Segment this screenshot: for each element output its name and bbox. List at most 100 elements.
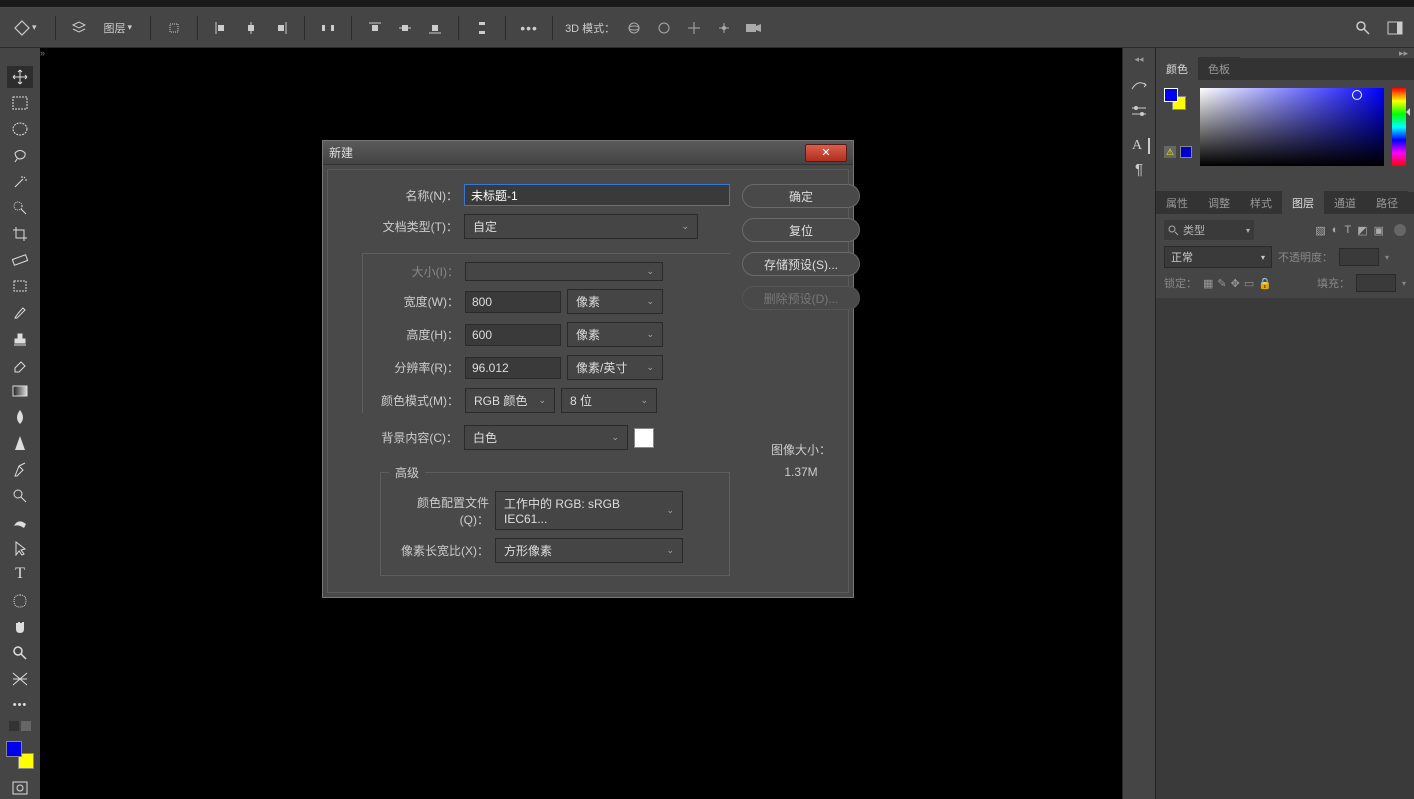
tab-paths[interactable]: 路径 bbox=[1366, 191, 1408, 214]
filter-shape-icon[interactable]: ◩ bbox=[1357, 224, 1367, 237]
filter-pixel-icon[interactable]: ▧ bbox=[1315, 224, 1325, 237]
fill-input[interactable] bbox=[1356, 274, 1396, 292]
quickmask-icon[interactable] bbox=[7, 777, 33, 799]
opacity-input[interactable] bbox=[1339, 248, 1379, 266]
3d-camera-icon[interactable] bbox=[743, 17, 765, 39]
tab-channels[interactable]: 通道 bbox=[1324, 191, 1366, 214]
width-unit-select[interactable]: 像素⌄ bbox=[567, 289, 663, 314]
name-input[interactable] bbox=[464, 184, 730, 206]
gamut-warning-icon[interactable]: ⚠ bbox=[1164, 146, 1176, 158]
layers-icon[interactable] bbox=[68, 17, 90, 39]
filter-type-icon[interactable]: T bbox=[1344, 224, 1351, 237]
dialog-close-button[interactable]: ✕ bbox=[805, 144, 847, 162]
tab-properties[interactable]: 属性 bbox=[1156, 191, 1198, 214]
save-preset-button[interactable]: 存储预设(S)... bbox=[742, 252, 860, 276]
eraser-tool[interactable] bbox=[7, 354, 33, 376]
ellipse-marquee-tool[interactable] bbox=[7, 118, 33, 140]
tab-swatches[interactable]: 色板 bbox=[1198, 57, 1240, 80]
tab-layers[interactable]: 图层 bbox=[1282, 191, 1324, 214]
pen-tool[interactable] bbox=[7, 459, 33, 481]
history-brush-panel-icon[interactable] bbox=[1128, 74, 1150, 96]
align-left-icon[interactable] bbox=[210, 17, 232, 39]
hue-slider[interactable] bbox=[1392, 88, 1406, 166]
lasso-tool[interactable] bbox=[7, 145, 33, 167]
height-unit-select[interactable]: 像素⌄ bbox=[567, 322, 663, 347]
ruler-tool[interactable] bbox=[7, 249, 33, 271]
align-right-icon[interactable] bbox=[270, 17, 292, 39]
doctype-select[interactable]: 自定⌄ bbox=[464, 214, 698, 239]
resolution-unit-select[interactable]: 像素/英寸⌄ bbox=[567, 355, 663, 380]
tab-styles[interactable]: 样式 bbox=[1240, 191, 1282, 214]
sharpen-tool[interactable] bbox=[7, 433, 33, 455]
menu-bar[interactable] bbox=[0, 0, 1414, 8]
gradient-tool[interactable] bbox=[7, 380, 33, 402]
more-tools-icon[interactable]: ••• bbox=[7, 695, 33, 717]
stamp-tool[interactable] bbox=[7, 328, 33, 350]
filter-smart-icon[interactable]: ▣ bbox=[1374, 224, 1384, 237]
path-select-tool[interactable] bbox=[7, 537, 33, 559]
gamut-swatch[interactable] bbox=[1180, 146, 1192, 158]
background-color-swatch[interactable] bbox=[634, 428, 654, 448]
color-picker-field[interactable] bbox=[1200, 88, 1384, 166]
layer-filter-type[interactable]: 类型 ▾ bbox=[1164, 220, 1254, 240]
filter-adjust-icon[interactable]: ◐ bbox=[1332, 224, 1339, 237]
filter-toggle[interactable] bbox=[1394, 224, 1406, 236]
target-layer-dropdown[interactable]: 图层 ▾ bbox=[98, 18, 139, 38]
pixel-aspect-select[interactable]: 方形像素⌄ bbox=[495, 538, 683, 563]
ok-button[interactable]: 确定 bbox=[742, 184, 860, 208]
align-vcenter-icon[interactable] bbox=[394, 17, 416, 39]
lock-brush-icon[interactable]: ✎ bbox=[1217, 277, 1226, 290]
tab-color[interactable]: 颜色 bbox=[1156, 57, 1198, 80]
frame-tool[interactable] bbox=[7, 276, 33, 298]
search-icon-topbar[interactable] bbox=[1352, 17, 1374, 39]
magic-wand-tool[interactable] bbox=[7, 171, 33, 193]
color-foreground-background[interactable] bbox=[1164, 88, 1186, 110]
color-profile-select[interactable]: 工作中的 RGB: sRGB IEC61...⌄ bbox=[495, 491, 683, 530]
quick-select-tool[interactable] bbox=[7, 197, 33, 219]
width-input[interactable] bbox=[465, 291, 561, 313]
resolution-input[interactable] bbox=[465, 357, 561, 379]
distribute-v-icon[interactable] bbox=[471, 17, 493, 39]
shape-tool[interactable] bbox=[7, 590, 33, 612]
background-select[interactable]: 白色⌄ bbox=[464, 425, 628, 450]
brush-tool[interactable] bbox=[7, 302, 33, 324]
3d-slide-icon[interactable] bbox=[713, 17, 735, 39]
dodge-tool[interactable] bbox=[7, 485, 33, 507]
colordepth-select[interactable]: 8 位⌄ bbox=[561, 388, 657, 413]
character-panel-icon[interactable]: A bbox=[1128, 138, 1150, 154]
colormode-select[interactable]: RGB 颜色⌄ bbox=[465, 388, 555, 413]
lock-artboard-icon[interactable]: ▭ bbox=[1244, 277, 1254, 290]
tool-preset-dropdown[interactable]: ▾ bbox=[8, 18, 43, 38]
swap-colors-icon[interactable] bbox=[9, 721, 31, 731]
tab-adjustments[interactable]: 调整 bbox=[1198, 191, 1240, 214]
blend-mode-select[interactable]: 正常▾ bbox=[1164, 246, 1272, 268]
3d-roll-icon[interactable] bbox=[653, 17, 675, 39]
paragraph-panel-icon[interactable]: ¶ bbox=[1128, 158, 1150, 180]
layer-list-area[interactable] bbox=[1156, 298, 1414, 799]
align-selection-icon[interactable] bbox=[163, 17, 185, 39]
height-input[interactable] bbox=[465, 324, 561, 346]
3d-pan-icon[interactable] bbox=[683, 17, 705, 39]
zoom-tool[interactable] bbox=[7, 642, 33, 664]
align-bottom-icon[interactable] bbox=[424, 17, 446, 39]
more-options-icon[interactable]: ••• bbox=[518, 17, 540, 39]
edit-toolbar-icon[interactable] bbox=[7, 668, 33, 690]
type-tool[interactable]: T bbox=[7, 564, 33, 586]
3d-orbit-icon[interactable] bbox=[623, 17, 645, 39]
workspace-dock-icon[interactable] bbox=[1384, 17, 1406, 39]
dialog-titlebar[interactable]: 新建 ✕ bbox=[323, 141, 853, 165]
distribute-h-icon[interactable] bbox=[317, 17, 339, 39]
lock-position-icon[interactable]: ✥ bbox=[1231, 277, 1240, 290]
lock-pixels-icon[interactable]: ▦ bbox=[1203, 277, 1213, 290]
lock-all-icon[interactable]: 🔒 bbox=[1258, 277, 1272, 290]
align-hcenter-icon[interactable] bbox=[240, 17, 262, 39]
blur-tool[interactable] bbox=[7, 406, 33, 428]
align-top-icon[interactable] bbox=[364, 17, 386, 39]
color-swatches[interactable] bbox=[6, 741, 34, 769]
collapse-arrow-icon[interactable]: ◂◂ bbox=[1134, 54, 1143, 64]
hand-tool[interactable] bbox=[7, 616, 33, 638]
crop-tool[interactable] bbox=[7, 223, 33, 245]
move-tool[interactable] bbox=[7, 66, 33, 88]
reset-button[interactable]: 复位 bbox=[742, 218, 860, 242]
rect-marquee-tool[interactable] bbox=[7, 92, 33, 114]
